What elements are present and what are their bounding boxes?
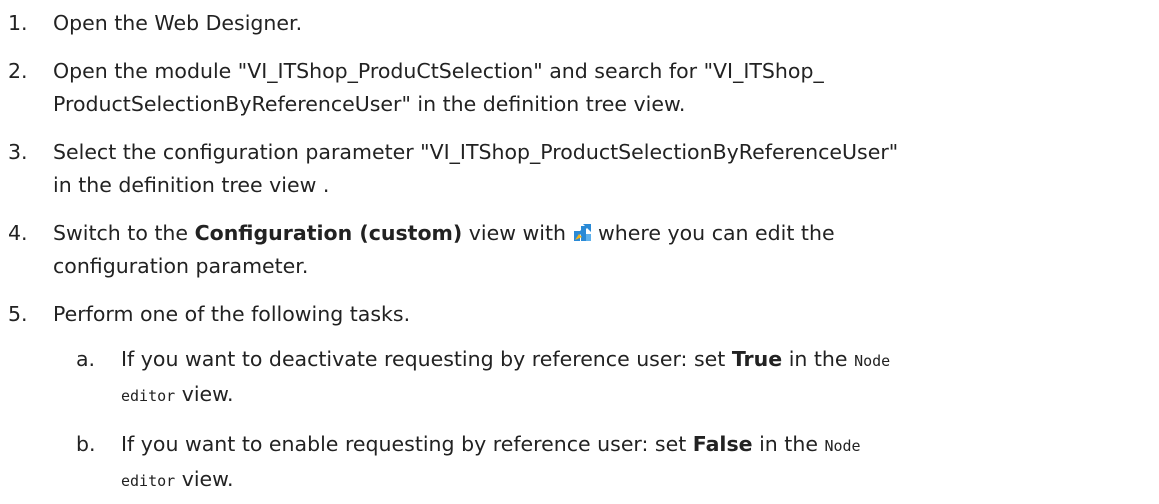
step-text-line-2: in the definition tree view . — [53, 173, 330, 197]
step-number: 4. — [8, 221, 28, 245]
sub-step-mid: in the — [782, 347, 855, 371]
step-1: 1. Open the Web Designer. — [8, 7, 1159, 40]
view-name-bold: Configuration (custom) — [194, 221, 463, 245]
editor-code: editor — [121, 472, 176, 490]
node-code: Node — [824, 437, 861, 455]
configuration-custom-icon — [573, 219, 592, 241]
step-text-post: where you can edit the — [591, 221, 835, 245]
step-text-line-2: ProductSelectionByReferenceUser" in the … — [53, 92, 686, 116]
sub-step-line-2: editor view. — [121, 378, 1159, 413]
sub-step-post: view. — [175, 382, 234, 406]
sub-step-letter: b. — [76, 432, 96, 456]
step-2: 2. Open the module "VI_ITShop_ProduCtSel… — [8, 55, 1159, 121]
step-number: 2. — [8, 59, 28, 83]
sub-step-a: a. If you want to deactivate requesting … — [76, 343, 1159, 413]
sub-step-line-2: editor view. — [121, 463, 1159, 498]
sub-step-line-1: If you want to enable requesting by refe… — [121, 428, 1159, 463]
sub-step-letter: a. — [76, 347, 96, 371]
step-number: 5. — [8, 302, 28, 326]
node-code: Node — [854, 352, 891, 370]
instruction-steps: 1. Open the Web Designer. 2. Open the mo… — [0, 7, 1159, 498]
step-text: Open the Web Designer. — [53, 11, 303, 35]
value-true-bold: True — [731, 347, 783, 371]
step-3: 3. Select the configuration parameter "V… — [8, 136, 1159, 202]
step-text: Perform one of the following tasks. — [53, 302, 411, 326]
sub-step-pre: If you want to enable requesting by refe… — [121, 432, 693, 456]
sub-step-mid: in the — [752, 432, 825, 456]
step-text-line-1: Switch to the Configuration (custom) vie… — [53, 217, 1159, 250]
step-5: 5. Perform one of the following tasks. a… — [8, 298, 1159, 498]
sub-step-line-1: If you want to deactivate requesting by … — [121, 343, 1159, 378]
sub-step-b: b. If you want to enable requesting by r… — [76, 428, 1159, 498]
editor-code: editor — [121, 387, 176, 405]
sub-step-post: view. — [175, 467, 234, 491]
step-text-line-1: Select the configuration parameter "VI_I… — [53, 140, 899, 164]
step-number: 3. — [8, 140, 28, 164]
sub-step-pre: If you want to deactivate requesting by … — [121, 347, 732, 371]
value-false-bold: False — [692, 432, 753, 456]
step-text-line-1: Open the module "VI_ITShop_ProduCtSelect… — [53, 59, 824, 83]
step-text-pre: Switch to the — [53, 221, 195, 245]
document-page: 1. Open the Web Designer. 2. Open the mo… — [0, 7, 1159, 504]
step-text-line-2: configuration parameter. — [53, 254, 309, 278]
step-text-mid: view with — [462, 221, 573, 245]
step-4: 4. Switch to the Configuration (custom) … — [8, 217, 1159, 283]
sub-steps: a. If you want to deactivate requesting … — [53, 343, 1159, 498]
step-number: 1. — [8, 11, 28, 35]
